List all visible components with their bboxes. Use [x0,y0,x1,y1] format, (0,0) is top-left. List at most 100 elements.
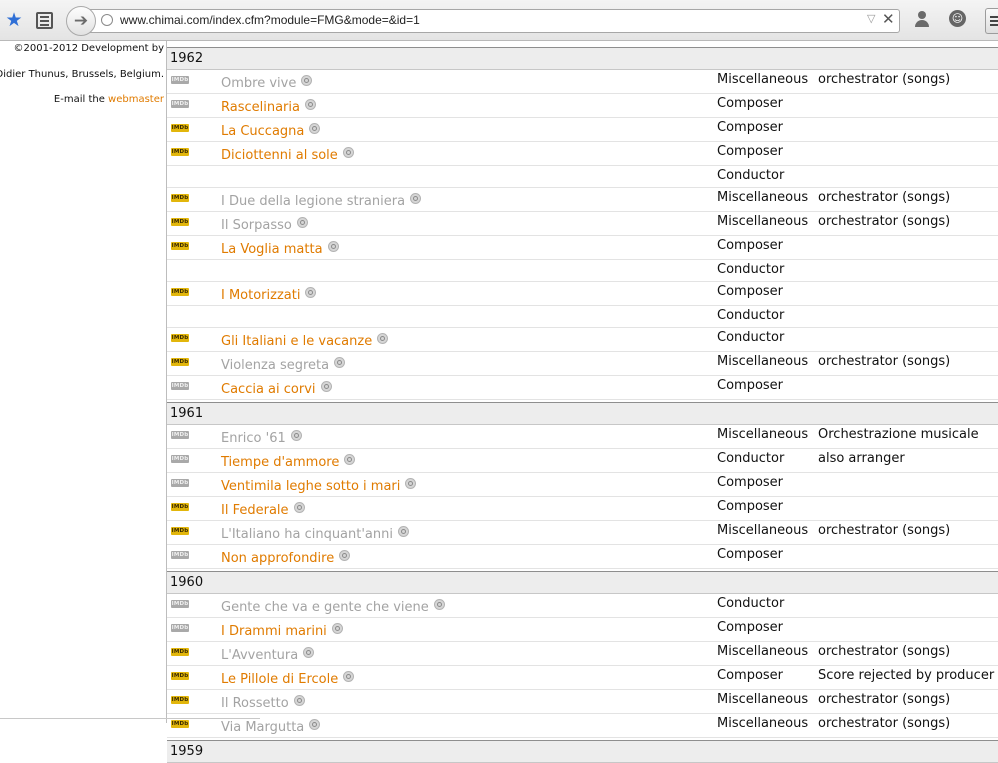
film-title: Il Sorpasso [221,217,308,233]
account-icon[interactable] [913,10,931,28]
stop-icon[interactable]: ✕ [882,10,895,28]
magnifier-icon[interactable] [405,478,417,489]
film-title-link[interactable]: Rascelinaria [221,100,300,115]
bookmark-star-icon[interactable]: ★ [2,8,26,32]
magnifier-icon[interactable] [433,599,445,610]
film-title-link[interactable]: Enrico '61 [221,431,286,446]
magnifier-icon[interactable] [339,550,351,561]
magnifier-icon[interactable] [398,526,409,537]
film-title-link[interactable]: L'Avventura [221,648,298,663]
magnifier-icon[interactable] [334,357,346,368]
imdb-icon[interactable]: IMDb [171,148,189,156]
magnifier-icon[interactable] [344,454,356,465]
imdb-icon[interactable]: IMDb [171,624,189,632]
film-title-link[interactable]: Il Sorpasso [221,218,292,233]
imdb-icon[interactable]: IMDb [171,503,189,511]
role-text: Composer [717,499,784,514]
address-bar[interactable]: www.chimai.com/index.cfm?module=FMG&mode… [86,9,900,33]
reader-view-icon[interactable] [32,8,56,32]
imdb-icon[interactable]: IMDb [171,648,189,656]
film-title-link[interactable]: Il Rossetto [221,696,289,711]
imdb-icon[interactable]: IMDb [171,720,189,728]
film-row: IMDb Il Federale Composer [167,497,998,521]
role-text: Composer [717,96,784,111]
film-title-link[interactable]: Tiempe d'ammore [221,455,339,470]
imdb-icon[interactable]: IMDb [171,334,189,342]
magnifier-icon[interactable] [293,695,305,706]
film-title-link[interactable]: La Cuccagna [221,124,304,139]
film-title-link[interactable]: Via Margutta [221,720,304,735]
webmaster-link[interactable]: webmaster [108,94,164,105]
role-text: Composer [717,284,784,299]
film-title-link[interactable]: La Voglia matta [221,242,323,257]
imdb-icon[interactable]: IMDb [171,600,189,608]
film-row: IMDb L'Italiano ha cinquant'anni Miscellan… [167,521,998,545]
film-title-link[interactable]: I Due della legione straniera [221,194,405,209]
email-line: E-mail the webmaster [54,94,164,105]
imdb-icon[interactable]: IMDb [171,242,189,250]
imdb-icon[interactable]: IMDb [171,76,189,84]
film-title: Gli Italiani e le vacanze [221,333,389,349]
imdb-icon[interactable]: IMDb [171,527,189,535]
role-text: Miscellaneous [717,427,809,442]
role-text: Conductor [717,596,785,611]
imdb-icon[interactable]: IMDb [171,479,189,487]
film-row: IMDb Diciottenni al sole Composer [167,142,998,166]
imdb-icon[interactable]: IMDb [171,100,189,108]
magnifier-icon[interactable] [377,333,389,344]
film-title: Gente che va e gente che viene [221,599,445,615]
film-title-link[interactable]: Le Pillole di Ercole [221,672,338,687]
film-title: Violenza segreta [221,357,346,373]
magnifier-icon[interactable] [305,287,317,298]
film-title-link[interactable]: Violenza segreta [221,358,329,373]
imdb-icon[interactable]: IMDb [171,431,189,439]
film-title-link[interactable]: I Drammi marini [221,624,327,639]
film-title-link[interactable]: L'Italiano ha cinquant'anni [221,527,393,542]
back-arrow-icon[interactable]: ➔ [66,6,96,36]
imdb-icon[interactable]: IMDb [171,218,189,226]
magnifier-icon[interactable] [320,381,332,392]
film-title-link[interactable]: Ombre vive [221,76,296,91]
role-text: Miscellaneous [717,716,809,731]
imdb-icon[interactable]: IMDb [171,358,189,366]
url-text[interactable]: www.chimai.com/index.cfm?module=FMG&mode… [120,13,420,27]
magnifier-icon[interactable] [343,671,355,682]
magnifier-icon[interactable] [309,123,321,134]
film-row: IMDb Rascelinaria Composer [167,94,998,118]
magnifier-icon[interactable] [303,647,315,658]
imdb-icon[interactable]: IMDb [171,194,189,202]
film-title-link[interactable]: Caccia ai corvi [221,382,316,397]
magnifier-icon[interactable] [327,241,339,252]
imdb-icon[interactable]: IMDb [171,288,189,296]
dropdown-triangle-icon[interactable]: ▽ [867,12,875,25]
film-title-link[interactable]: I Motorizzati [221,288,300,303]
film-title-link[interactable]: Ventimila leghe sotto i mari [221,479,400,494]
magnifier-icon[interactable] [304,99,316,110]
imdb-icon[interactable]: IMDb [171,696,189,704]
film-title-link[interactable]: Diciottenni al sole [221,148,338,163]
film-title-link[interactable]: Il Federale [221,503,289,518]
film-title-link[interactable]: Non approfondire [221,551,334,566]
menu-icon[interactable] [985,8,998,34]
imdb-icon[interactable]: IMDb [171,672,189,680]
note-text: orchestrator (songs) [818,523,951,538]
role-text: Miscellaneous [717,72,809,87]
magnifier-icon[interactable] [342,147,354,158]
magnifier-icon[interactable] [331,623,343,634]
imdb-icon[interactable]: IMDb [171,124,189,132]
magnifier-icon[interactable] [410,193,422,204]
magnifier-icon[interactable] [293,502,305,513]
role-text: Composer [717,475,784,490]
chat-icon[interactable]: ☺ [949,10,966,27]
imdb-icon[interactable]: IMDb [171,382,189,390]
magnifier-icon[interactable] [296,217,308,228]
film-row: IMDb Via Margutta Miscellaneous orchestrato… [167,714,998,738]
film-title-link[interactable]: Gente che va e gente che viene [221,600,429,615]
imdb-icon[interactable]: IMDb [171,455,189,463]
film-title: I Motorizzati [221,287,317,303]
magnifier-icon[interactable] [301,75,313,86]
magnifier-icon[interactable] [290,430,302,441]
imdb-icon[interactable]: IMDb [171,551,189,559]
magnifier-icon[interactable] [309,719,321,730]
film-title-link[interactable]: Gli Italiani e le vacanze [221,334,372,349]
